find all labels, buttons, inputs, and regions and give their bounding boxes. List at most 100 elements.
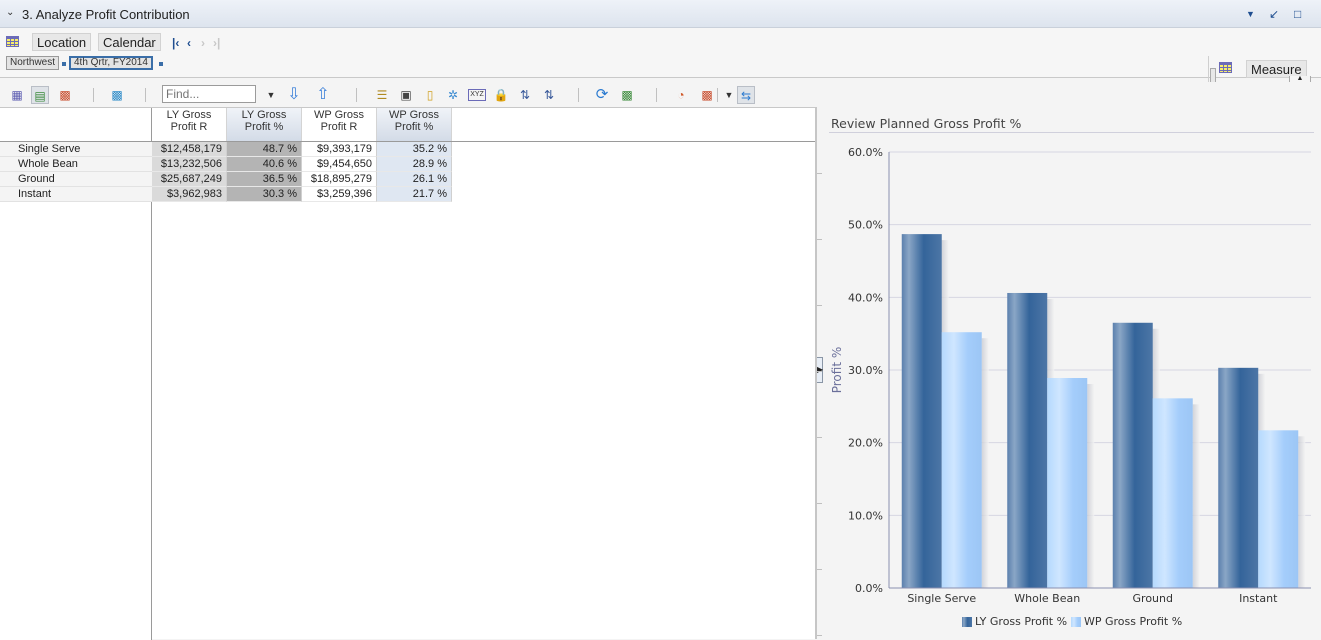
grid-icon: [1219, 62, 1232, 73]
y-axis-label: Profit %: [830, 347, 844, 394]
column-header[interactable]: LY Gross Profit R: [152, 108, 227, 141]
splitter-tick: [817, 239, 822, 240]
grid-cell[interactable]: $9,454,650: [302, 157, 377, 172]
grid-cell[interactable]: $3,259,396: [302, 187, 377, 202]
bar-shadow: [981, 338, 989, 588]
chart-settings-icon[interactable]: ▩: [108, 86, 126, 104]
lock-icon[interactable]: 🔒: [492, 86, 510, 104]
column-header[interactable]: LY Gross Profit %: [227, 108, 302, 141]
splitter-tick: [817, 437, 822, 438]
last-icon: ›|: [213, 36, 221, 50]
column-header-line: LY Gross: [241, 109, 287, 121]
column-header[interactable]: WP Gross Profit %: [377, 108, 452, 141]
bar-ly-gross-profit-instant: [1218, 367, 1259, 588]
chevron-down-icon[interactable]: ▼: [1246, 9, 1255, 19]
legend-swatch: [962, 617, 972, 627]
minimize-icon[interactable]: ↙: [1269, 7, 1279, 21]
pivot-grid-icon[interactable]: [6, 36, 19, 47]
column-header[interactable]: WP Gross Profit R: [302, 108, 377, 141]
grid-cell[interactable]: 35.2 %: [377, 142, 452, 157]
column-header-line: Profit R: [170, 121, 208, 133]
grid-cell[interactable]: 36.5 %: [227, 172, 302, 187]
column-header-line: WP Gross: [389, 109, 439, 121]
grid-cell[interactable]: $3,962,983: [152, 187, 227, 202]
grid-chart-view-icon[interactable]: ▤: [31, 86, 49, 104]
y-tick-label: 0.0%: [855, 582, 883, 595]
grid-cell[interactable]: 48.7 %: [227, 142, 302, 157]
grid-cell[interactable]: $9,393,179: [302, 142, 377, 157]
bar-shadow: [941, 240, 949, 588]
y-tick-label: 60.0%: [848, 146, 883, 159]
grid-cell[interactable]: 40.6 %: [227, 157, 302, 172]
grid-cell[interactable]: 26.1 %: [377, 172, 452, 187]
swap-axes-icon[interactable]: ⇆: [737, 86, 755, 104]
toolbar-separator: [578, 88, 579, 102]
bar-shadow: [1298, 436, 1306, 588]
collapse-chevron-icon[interactable]: ⌄: [6, 7, 14, 18]
grid-cell[interactable]: $12,458,179: [152, 142, 227, 157]
pov-chip-calendar[interactable]: 4th Qrtr, FY2014: [69, 56, 153, 70]
find-dropdown-icon[interactable]: ▼: [262, 86, 280, 104]
find-input[interactable]: [162, 85, 256, 103]
grid-cell[interactable]: $25,687,249: [152, 172, 227, 187]
bar-shadow: [1087, 383, 1095, 588]
column-header-line: LY Gross: [166, 109, 212, 121]
ruler-icon[interactable]: ▯: [421, 86, 439, 104]
splitter-tick: [817, 305, 822, 306]
previous-icon[interactable]: ‹: [187, 36, 191, 50]
row-label[interactable]: Instant: [0, 187, 152, 202]
window-titlebar: ⌄ 3. Analyze Profit Contribution ▼ ↙ □: [0, 0, 1321, 28]
xyz-format-icon[interactable]: XYZ: [468, 89, 486, 101]
legend-label: WP Gross Profit %: [1084, 615, 1182, 628]
find-previous-icon[interactable]: ⇧: [314, 86, 332, 104]
bar-ly-gross-profit-single-serve: [901, 234, 942, 588]
bar-wp-gross-profit-whole-bean: [1047, 377, 1088, 588]
save-chart-icon[interactable]: ▩: [698, 86, 716, 104]
sort-ascending-icon[interactable]: ⇅: [516, 86, 534, 104]
split-icon[interactable]: ✲: [444, 86, 462, 104]
row-label[interactable]: Whole Bean: [0, 157, 152, 172]
splitter-tick: [817, 569, 822, 570]
column-header-line: Profit %: [394, 121, 434, 133]
y-tick-label: 20.0%: [848, 437, 883, 450]
grid-cell[interactable]: 21.7 %: [377, 187, 452, 202]
grid-view-icon[interactable]: ▦: [8, 86, 26, 104]
select-icon[interactable]: ▣: [397, 86, 415, 104]
grid-cell[interactable]: 30.3 %: [227, 187, 302, 202]
dimension-tile-calendar[interactable]: Calendar: [98, 33, 161, 51]
export-icon[interactable]: ▩: [618, 86, 636, 104]
row-label[interactable]: Ground: [0, 172, 152, 187]
refresh-icon[interactable]: ⟳: [593, 86, 611, 104]
y-tick-label: 30.0%: [848, 364, 883, 377]
bar-wp-gross-profit-single-serve: [941, 332, 982, 588]
pov-bar: Location Calendar |‹ ‹ › ›| Northwest 4t…: [0, 28, 1321, 106]
grid-cell[interactable]: $13,232,506: [152, 157, 227, 172]
sort-descending-icon[interactable]: ⇅: [540, 86, 558, 104]
dimension-tile-location[interactable]: Location: [32, 33, 92, 51]
y-tick-label: 10.0%: [848, 509, 883, 522]
pie-chart-icon[interactable]: ◔: [672, 86, 690, 104]
column-header-line: Profit %: [244, 121, 284, 133]
show-hide-columns-icon[interactable]: ☰: [373, 86, 391, 104]
grid-cell[interactable]: 28.9 %: [377, 157, 452, 172]
column-header-line: Profit R: [320, 121, 358, 133]
chart-view-icon[interactable]: ▩: [56, 86, 74, 104]
restore-icon[interactable]: □: [1294, 7, 1301, 21]
splitter-tick: [817, 635, 822, 636]
chart-options-dropdown-icon[interactable]: ▼: [720, 86, 738, 104]
row-label[interactable]: Single Serve: [0, 142, 152, 157]
pov-chip-location[interactable]: Northwest: [6, 56, 60, 70]
bar-ly-gross-profit-whole-bean: [1007, 292, 1048, 588]
chart-title: Review Planned Gross Profit %: [831, 116, 1022, 131]
grid-cell[interactable]: $18,895,279: [302, 172, 377, 187]
toolbar-separator: [93, 88, 94, 102]
legend-label: LY Gross Profit %: [975, 615, 1067, 628]
find-next-icon[interactable]: ⇩: [285, 86, 303, 104]
splitter-tick: [817, 371, 822, 372]
x-tick-label: Whole Bean: [1014, 592, 1080, 605]
collapse-chart-handle[interactable]: ▶: [817, 357, 823, 383]
first-icon[interactable]: |‹: [172, 36, 179, 50]
splitter-tick: [817, 173, 822, 174]
bar-shadow: [1258, 373, 1266, 588]
x-tick-label: Instant: [1239, 592, 1278, 605]
